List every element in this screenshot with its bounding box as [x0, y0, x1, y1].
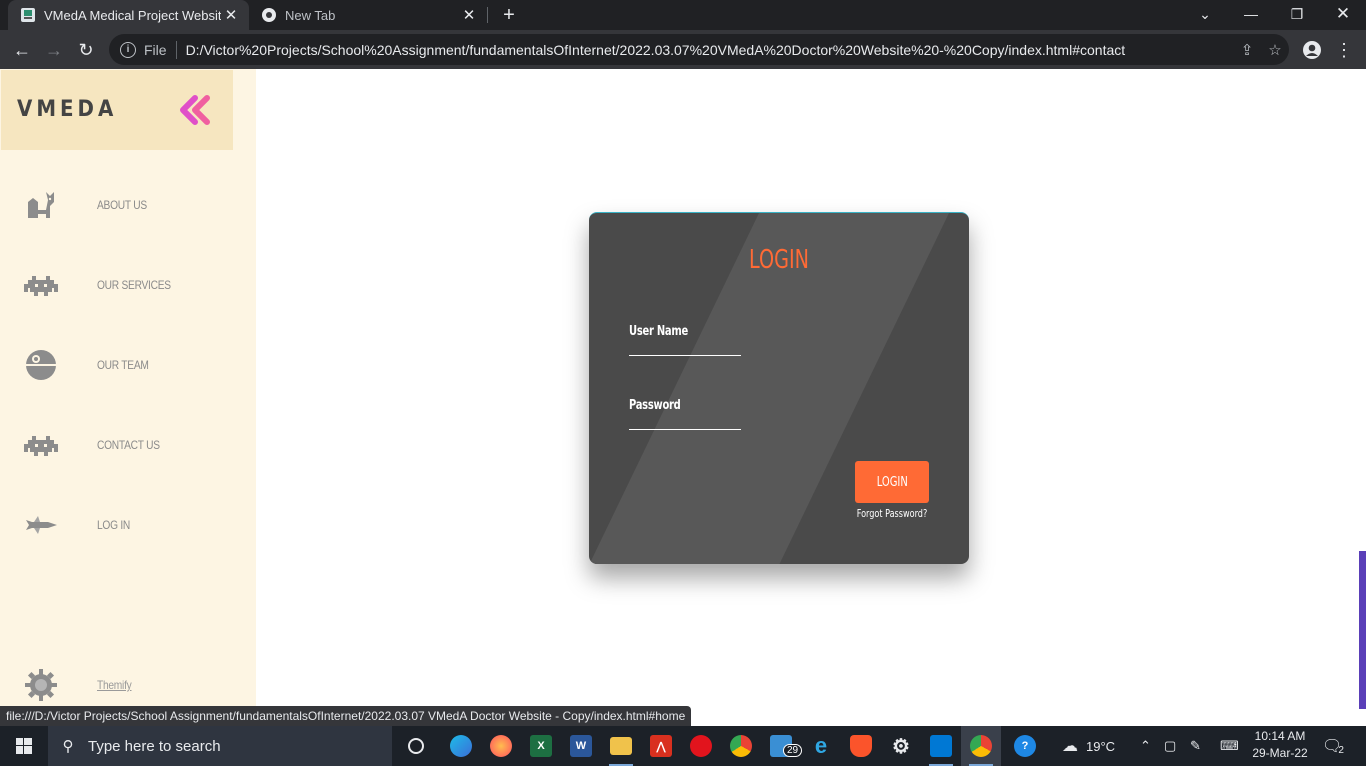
space-invader-icon [24, 268, 58, 302]
internet-explorer-icon[interactable]: e [801, 726, 841, 766]
close-tab-icon[interactable]: ✕ [221, 6, 241, 24]
reload-icon[interactable]: ↻ [72, 36, 100, 64]
tab-title: New Tab [285, 7, 336, 23]
search-icon: ⚲ [62, 738, 74, 755]
weather-widget[interactable]: ☁ 19°C [1062, 726, 1115, 766]
windows-taskbar: ⚲ Type here to search X W ⋀ 29 e ⚙ ? ☁ 1… [0, 726, 1366, 766]
cat-icon [24, 188, 58, 222]
badge-count: 29 [783, 744, 803, 757]
brave-icon[interactable] [841, 726, 881, 766]
info-icon[interactable]: i [120, 41, 136, 58]
help-icon[interactable]: ? [1005, 726, 1045, 766]
gear-icon [24, 668, 58, 702]
space-invader-icon [24, 428, 58, 462]
link-status-tooltip: file:///D:/Victor Projects/School Assign… [0, 706, 692, 726]
scheme-label: File [144, 41, 167, 58]
tab-vmeda[interactable]: VMedA Medical Project Website ✕ [8, 0, 249, 30]
word-icon[interactable]: W [561, 726, 601, 766]
file-explorer-icon[interactable] [601, 726, 641, 766]
site-favicon-icon [20, 7, 36, 23]
share-icon[interactable]: ⇪ [1233, 41, 1261, 59]
sidebar-item-label: LOG IN [97, 518, 131, 532]
acrobat-icon[interactable]: ⋀ [641, 726, 681, 766]
forgot-password-link[interactable]: Forgot Password? [853, 507, 930, 520]
page-viewport: VMEDA ABOUT US OUR SERVICES OUR TEAM CON… [0, 69, 1366, 709]
address-bar[interactable]: i File D:/Victor%20Projects/School%20Ass… [109, 34, 1289, 65]
sidebar-item-label: OUR TEAM [97, 358, 149, 372]
excel-icon[interactable]: X [521, 726, 561, 766]
cloud-icon: ☁ [1062, 738, 1078, 755]
tab-search-chevron-icon[interactable]: ⌄ [1182, 0, 1228, 30]
notification-count: 2 [1338, 744, 1344, 756]
clock-date: 29-Mar-22 [1252, 746, 1308, 760]
tab-new-tab[interactable]: New Tab ✕ [249, 0, 487, 30]
tray-chevron-icon[interactable]: ⌃ [1140, 726, 1151, 766]
sidebar-item-themify[interactable]: Themify [0, 655, 256, 709]
tab-divider [487, 7, 488, 23]
collapse-chevrons-icon[interactable] [177, 94, 213, 126]
url-text[interactable]: D:/Victor%20Projects/School%20Assignment… [186, 42, 1233, 58]
themify-link[interactable]: Themify [97, 678, 132, 692]
back-arrow-icon[interactable]: ← [8, 36, 36, 64]
meet-now-icon[interactable]: ▢ [1164, 726, 1176, 766]
username-field[interactable] [629, 334, 741, 356]
taskbar-search-box[interactable]: ⚲ Type here to search [48, 726, 392, 766]
death-star-icon [24, 348, 58, 382]
tab-strip: VMedA Medical Project Website ✕ New Tab … [0, 0, 1366, 30]
brand-header: VMEDA [1, 70, 233, 150]
sidebar-item-label: OUR SERVICES [97, 278, 171, 292]
login-title: LOGIN [749, 245, 809, 275]
sidebar-item-contact-us[interactable]: CONTACT US [0, 415, 256, 475]
scroll-accent-bar [1359, 551, 1366, 709]
sidebar-item-label: ABOUT US [97, 198, 147, 212]
login-button[interactable]: LOGIN [855, 461, 929, 503]
profile-avatar-icon[interactable] [1298, 36, 1326, 64]
spaceship-icon [24, 508, 58, 542]
cortana-icon[interactable] [396, 726, 436, 766]
keyboard-icon[interactable]: ⌨ [1220, 726, 1239, 766]
brand-logo-text: VMEDA [17, 97, 118, 122]
vscode-icon[interactable] [921, 726, 961, 766]
chrome-active-icon[interactable] [961, 726, 1001, 766]
new-tab-button[interactable]: + [497, 3, 521, 27]
firefox-icon[interactable] [481, 726, 521, 766]
pen-icon[interactable]: ✎ [1190, 726, 1201, 766]
menu-kebab-icon[interactable]: ⋮ [1330, 36, 1358, 64]
windows-start-icon[interactable] [0, 726, 48, 766]
sidebar-item-our-team[interactable]: OUR TEAM [0, 335, 256, 395]
forward-arrow-icon[interactable]: → [40, 36, 68, 64]
sidebar-item-log-in[interactable]: LOG IN [0, 495, 256, 555]
sidebar-item-about-us[interactable]: ABOUT US [0, 175, 256, 235]
password-field[interactable] [629, 408, 741, 430]
notes-app-icon[interactable]: 29 [761, 726, 803, 766]
tab-title: VMedA Medical Project Website [44, 7, 221, 23]
clock-time: 10:14 AM [1254, 729, 1306, 743]
restore-button[interactable]: ❐ [1274, 0, 1320, 30]
search-placeholder: Type here to search [88, 737, 221, 755]
bookmark-star-icon[interactable]: ☆ [1261, 41, 1289, 59]
sidebar-item-label: CONTACT US [97, 438, 160, 452]
sidebar: VMEDA ABOUT US OUR SERVICES OUR TEAM CON… [0, 69, 256, 709]
notifications-icon[interactable]: 🗨 2 [1322, 726, 1344, 766]
close-window-button[interactable]: ✕ [1320, 0, 1366, 30]
chrome-icon[interactable] [721, 726, 761, 766]
chrome-icon [261, 7, 277, 23]
weather-temp: 19°C [1086, 738, 1116, 754]
omnibox-divider [175, 40, 177, 59]
browser-toolbar: ← → ↻ i File D:/Victor%20Projects/School… [0, 30, 1366, 69]
system-clock[interactable]: 10:14 AM 29-Mar-22 [1240, 728, 1320, 762]
edge-icon[interactable] [441, 726, 481, 766]
login-card: LOGIN User Name Password LOGIN Forgot Pa… [589, 212, 969, 564]
sidebar-item-our-services[interactable]: OUR SERVICES [0, 255, 256, 315]
close-tab-icon[interactable]: ✕ [459, 6, 479, 24]
settings-gear-icon[interactable]: ⚙ [881, 726, 921, 766]
opera-icon[interactable] [681, 726, 721, 766]
minimize-button[interactable]: — [1228, 0, 1274, 30]
